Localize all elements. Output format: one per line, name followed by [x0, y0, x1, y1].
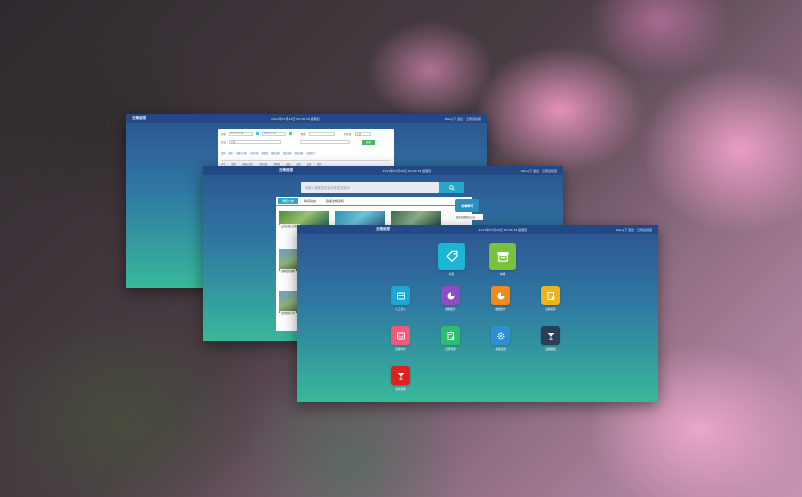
app-drinks[interactable]: 酒水管理: [391, 366, 410, 391]
tab-notices[interactable]: 通知公告: [278, 198, 299, 204]
app-label: 结算管理: [445, 348, 456, 351]
column-header[interactable]: 序号: [221, 162, 225, 166]
date-to-input[interactable]: 2021-07-31: [261, 131, 286, 136]
app-label: 酒水管理: [395, 388, 406, 391]
status-label: 状态/批: [343, 132, 352, 136]
news-caption[interactable]: 运煤煤炭公司: [280, 311, 296, 315]
type-label: 种类: [300, 132, 306, 136]
column-header[interactable]: 运量: [296, 162, 300, 166]
calendar-icon[interactable]: [288, 132, 292, 135]
news-image[interactable]: [391, 211, 441, 225]
app-label: 标签: [448, 273, 455, 276]
app-settlement[interactable]: 结算管理: [441, 326, 460, 351]
area-label: 区域: [221, 140, 226, 144]
column-header[interactable]: 运量: [286, 162, 290, 166]
app-logo: 云南运煤: [376, 227, 390, 231]
quick-link[interactable]: 煤炭运输: [283, 151, 292, 155]
app-label: 人工录入: [395, 308, 406, 311]
window-title-bar: 云南运煤 2021年07月29日 09:36:38 星期四 Wang下 退出 ·…: [126, 114, 487, 123]
app-statistics-2[interactable]: 数据统计: [491, 286, 510, 311]
inbox-icon[interactable]: [391, 326, 410, 345]
column-header[interactable]: 预配数: [273, 162, 280, 166]
quick-link[interactable]: 品种: [221, 151, 225, 155]
quick-link[interactable]: 煤种: [228, 151, 232, 155]
datetime-display: 2021年07月29日 09:36:38 星期四: [271, 116, 320, 121]
area-row: 区域 全部: [221, 139, 350, 144]
tab-news[interactable]: 新闻动态: [300, 198, 320, 204]
date-from-input[interactable]: 2021-07-01: [228, 131, 253, 136]
tag-icon[interactable]: [438, 243, 465, 270]
truck-icon[interactable]: [489, 243, 516, 270]
cocktail-icon[interactable]: [391, 366, 410, 385]
app-label: 系统设置: [495, 348, 506, 351]
gear-icon[interactable]: [491, 326, 510, 345]
column-header[interactable]: 已确认车数: [242, 162, 253, 166]
search-input[interactable]: 请输入搜索的信息名称或关键词: [301, 182, 439, 193]
news-image[interactable]: [279, 249, 299, 271]
news-caption[interactable]: 运输情况通报: [280, 269, 296, 273]
news-image[interactable]: [279, 291, 299, 313]
quick-links: 品种 煤种 已确认车数 已发车数 预配数 煤炭运输 煤炭运输 煤炭运输 运量统计: [221, 151, 315, 155]
user-menu[interactable]: Wang下 退出 · 云南运煤首: [521, 169, 557, 173]
status-select[interactable]: 全部: [354, 131, 371, 136]
search-icon: [448, 184, 455, 191]
news-tabs: 通知公告 新闻动态 政策法规资料: [276, 197, 472, 206]
app-label: 运输管理: [545, 308, 556, 311]
user-menu[interactable]: Wang下 退出 · 云南运煤首: [445, 117, 481, 121]
quick-link[interactable]: 预配数: [261, 151, 268, 155]
tab-policies[interactable]: 政策法规资料: [322, 198, 348, 204]
calendar-icon[interactable]: [255, 132, 259, 135]
datetime-display: 2021年07月29日 09:36:38 星期四: [478, 227, 528, 232]
query-form-panel: 日期 2021-07-01 2021-07-31 种类 状态/批 全部 区域 全…: [218, 129, 394, 167]
app-logo: 云南运煤: [132, 116, 146, 120]
app-label: 运输单位: [395, 348, 406, 351]
app-tag[interactable]: 标签: [438, 243, 465, 276]
app-launcher-window[interactable]: 云南运煤 2021年07月29日 09:36:38 星期四 Wang下 退出 ·…: [297, 225, 658, 402]
pie-chart-icon[interactable]: [441, 286, 460, 305]
app-label: 车辆: [499, 273, 506, 276]
quick-link[interactable]: 煤炭运输: [271, 151, 280, 155]
column-header[interactable]: 煤种: [231, 162, 235, 166]
app-label: 数据统计: [445, 308, 456, 311]
news-image[interactable]: [335, 211, 385, 225]
app-manual-entry[interactable]: 人工录入: [391, 286, 410, 311]
cocktail-icon[interactable]: [541, 326, 560, 345]
app-transport-data[interactable]: 运输数据: [541, 326, 560, 351]
date-row: 日期 2021-07-01 2021-07-31 种类 状态/批 全部: [221, 131, 371, 136]
app-transport[interactable]: 运输管理: [541, 286, 560, 311]
quick-link[interactable]: 运量统计: [306, 151, 315, 155]
app-vehicle[interactable]: 车辆: [489, 243, 516, 276]
app-label: 运输数据: [545, 348, 556, 351]
result-table-header: 序号 煤种 已确认车数 已发车数 预配数 运量 运量 运量 操作: [221, 160, 391, 166]
user-menu[interactable]: Wang下 退出 · 云南运煤首: [616, 228, 652, 232]
pie-chart-icon[interactable]: [491, 286, 510, 305]
search-button[interactable]: [439, 182, 464, 193]
window-title-bar: 云南运煤 2021年07月29日 09:36:38 星期四 Wang下 退出 ·…: [297, 225, 658, 234]
datetime-display: 2021年07月29日 09:36:38 星期四: [382, 168, 432, 173]
card-icon[interactable]: [391, 286, 410, 305]
date-label: 日期: [221, 132, 226, 136]
keyword-input[interactable]: [299, 139, 350, 144]
featured-badge[interactable]: 运输情况: [455, 199, 479, 212]
news-image[interactable]: [279, 211, 329, 225]
app-settings[interactable]: 系统设置: [491, 326, 510, 351]
quick-link[interactable]: 已发车数: [250, 151, 259, 155]
type-input[interactable]: [308, 131, 335, 136]
app-label: 数据统计: [495, 308, 506, 311]
app-transport-unit[interactable]: 运输单位: [391, 326, 410, 351]
column-header[interactable]: 已发车数: [259, 162, 268, 166]
document-check-icon[interactable]: [441, 326, 460, 345]
quick-link[interactable]: 已确认车数: [236, 151, 247, 155]
document-icon[interactable]: [541, 286, 560, 305]
quick-link[interactable]: 煤炭运输: [295, 151, 304, 155]
featured-caption[interactable]: 煤炭运输情况公告: [455, 214, 483, 220]
window-title-bar: 云南运煤 2021年07月29日 09:36:38 星期四 Wang下 退出 ·…: [203, 166, 563, 175]
area-select[interactable]: 全部: [228, 139, 281, 144]
app-statistics[interactable]: 数据统计: [441, 286, 460, 311]
column-header[interactable]: 操作: [317, 162, 321, 166]
search-button[interactable]: 搜索: [362, 140, 375, 145]
column-header[interactable]: 运量: [307, 162, 311, 166]
app-logo: 云南运煤: [279, 168, 293, 172]
